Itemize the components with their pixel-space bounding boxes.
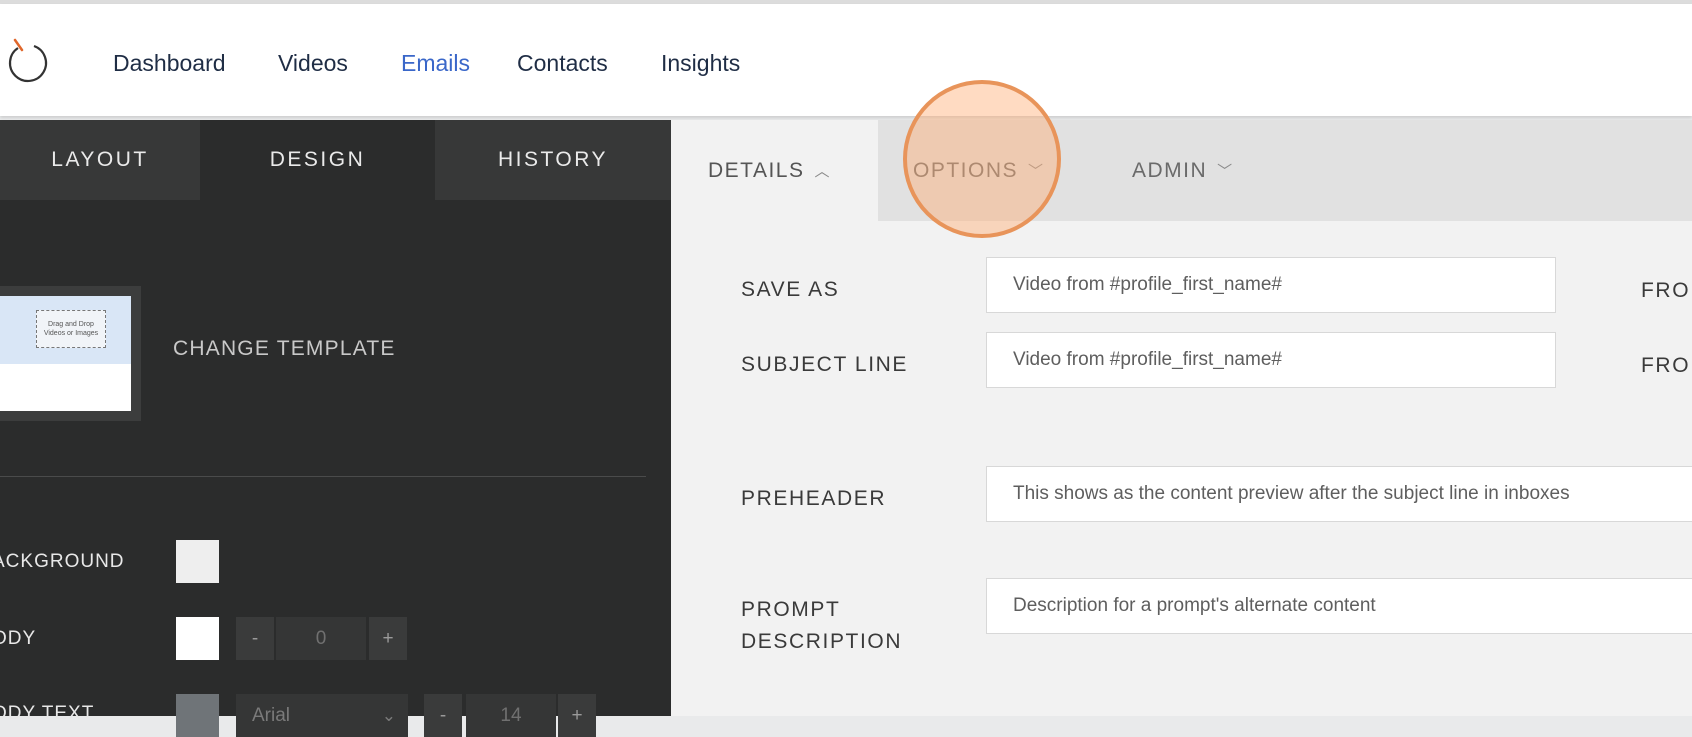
background-color-swatch[interactable] bbox=[176, 540, 219, 583]
save-as-input[interactable]: Video from #profile_first_name# bbox=[986, 257, 1556, 313]
prompt-description-input[interactable]: Description for a prompt's alternate con… bbox=[986, 578, 1692, 634]
background-label: ACKGROUND bbox=[0, 551, 125, 572]
sidebar-divider bbox=[0, 476, 646, 477]
body-text-label: ODY TEXT bbox=[0, 703, 95, 724]
nav-link-emails[interactable]: Emails bbox=[401, 50, 470, 77]
nav-link-videos[interactable]: Videos bbox=[278, 50, 348, 77]
tab-design[interactable]: DESIGN bbox=[200, 120, 435, 200]
subject-line-input[interactable]: Video from #profile_first_name# bbox=[986, 332, 1556, 388]
settings-tabbar: DETAILS ︿ OPTIONS ﹀ ADMIN ﹀ bbox=[671, 120, 1692, 221]
chevron-down-icon: ﹀ bbox=[1217, 163, 1234, 180]
email-settings-panel: DETAILS ︿ OPTIONS ﹀ ADMIN ﹀ SAVE AS Vide… bbox=[671, 120, 1692, 716]
design-sidebar: LAYOUT DESIGN HISTORY Drag and Drop Vide… bbox=[0, 120, 671, 737]
tab-details[interactable]: DETAILS ︿ bbox=[671, 120, 878, 221]
from-label: FRO bbox=[1641, 279, 1691, 302]
nav-link-contacts[interactable]: Contacts bbox=[517, 50, 608, 77]
click-highlight-circle bbox=[903, 80, 1061, 238]
template-preview: Drag and Drop Videos or Images bbox=[0, 296, 131, 411]
body-label: ODY bbox=[0, 628, 37, 649]
body-padding-value[interactable]: 0 bbox=[276, 617, 366, 660]
top-nav: Dashboard Videos Emails Contacts Insight… bbox=[0, 4, 1692, 116]
prompt-description-label: PROMPT DESCRIPTION bbox=[741, 594, 902, 658]
subject-line-label: SUBJECT LINE bbox=[741, 353, 909, 376]
nav-link-dashboard[interactable]: Dashboard bbox=[113, 50, 226, 77]
chevron-up-icon: ︿ bbox=[814, 163, 831, 180]
description-label-line: DESCRIPTION bbox=[741, 630, 903, 653]
tab-history[interactable]: HISTORY bbox=[435, 120, 671, 200]
from-label: FRO bbox=[1641, 354, 1691, 377]
template-thumbnail[interactable]: Drag and Drop Videos or Images bbox=[0, 286, 141, 421]
tab-layout[interactable]: LAYOUT bbox=[0, 120, 200, 200]
body-padding-decrement-button[interactable]: - bbox=[236, 617, 274, 660]
tab-admin-label: ADMIN bbox=[1132, 158, 1208, 182]
prompt-label-line: PROMPT bbox=[741, 598, 841, 621]
nav-link-insights[interactable]: Insights bbox=[661, 50, 740, 77]
tab-admin[interactable]: ADMIN ﹀ bbox=[1132, 120, 1234, 221]
tab-details-label: DETAILS bbox=[708, 158, 805, 182]
preheader-input[interactable]: This shows as the content preview after … bbox=[986, 466, 1692, 522]
body-color-swatch[interactable] bbox=[176, 617, 219, 660]
body-padding-increment-button[interactable]: + bbox=[369, 617, 407, 660]
preheader-label: PREHEADER bbox=[741, 487, 887, 510]
logo-icon[interactable] bbox=[4, 36, 50, 86]
change-template-button[interactable]: CHANGE TEMPLATE bbox=[173, 337, 396, 361]
template-dropzone-preview: Drag and Drop Videos or Images bbox=[36, 310, 106, 348]
save-as-label: SAVE AS bbox=[741, 278, 840, 301]
